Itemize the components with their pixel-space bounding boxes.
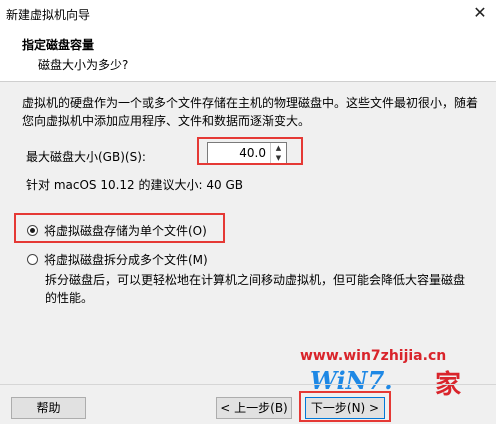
recommended-size: 针对 macOS 10.12 的建议大小: 40 GB (26, 178, 243, 192)
page-subtitle: 磁盘大小为多少? (38, 58, 129, 72)
split-description: 拆分磁盘后，可以更轻松地在计算机之间移动虚拟机，但可能会降低大容量磁盘的性能。 (45, 273, 466, 305)
single-file-highlight-box (14, 213, 225, 243)
close-icon[interactable]: ✕ (470, 3, 490, 23)
radio-split-files[interactable]: 将虚拟磁盘拆分成多个文件(M) (27, 251, 208, 268)
back-button[interactable]: < 上一步(B) (216, 397, 292, 419)
radio-split-files-label[interactable]: 将虚拟磁盘拆分成多个文件(M) (44, 251, 208, 268)
disk-size-highlight-box (197, 137, 303, 165)
help-button[interactable]: 帮助 (11, 397, 86, 419)
watermark-url: www.win7zhijia.cn (300, 348, 447, 364)
next-button-highlight-box (299, 391, 391, 422)
disk-size-label: 最大磁盘大小(GB)(S): (26, 150, 146, 164)
wizard-header: 指定磁盘容量 磁盘大小为多少? (0, 26, 496, 82)
watermark-jia: 家 (435, 370, 462, 400)
title-bar: 新建虚拟机向导 ✕ (0, 0, 496, 27)
window-title: 新建虚拟机向导 (6, 8, 91, 22)
disk-description: 虚拟机的硬盘作为一个或多个文件存储在主机的物理磁盘中。这些文件最初很小，随着您向… (22, 96, 479, 128)
footer-divider (0, 384, 496, 385)
page-title: 指定磁盘容量 (22, 38, 95, 52)
radio-split-files-indicator[interactable] (27, 254, 38, 265)
